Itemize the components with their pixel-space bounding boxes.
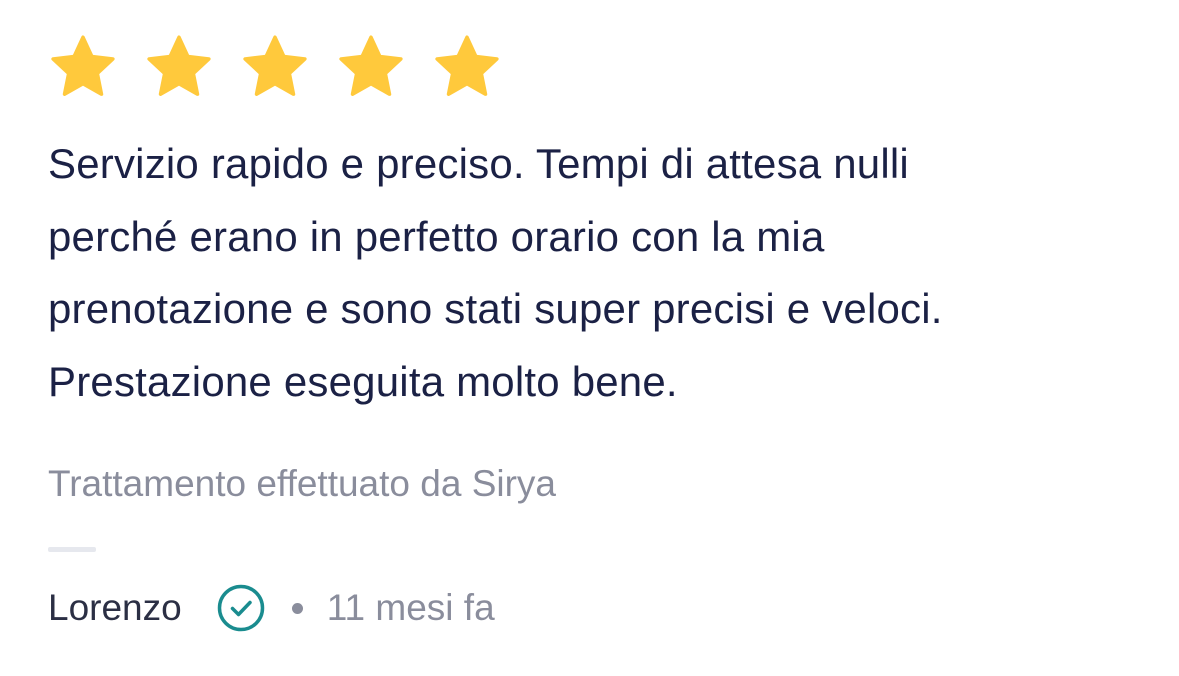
treatment-info: Trattamento effettuato da Sirya [48, 463, 557, 504]
review-text-line: perché erano in perfetto orario con la m… [48, 212, 825, 260]
separator-dot [291, 602, 303, 614]
star-icon [432, 32, 502, 102]
review-text-line: Prestazione eseguita molto bene. [48, 357, 678, 405]
divider [48, 547, 96, 552]
review-text-line: Servizio rapido e preciso. Tempi di atte… [48, 140, 909, 187]
star-icon [144, 32, 214, 102]
star-rating [48, 32, 502, 102]
review-text-line: prenotazione e sono stati super precisi … [48, 285, 943, 332]
star-icon [336, 32, 406, 102]
review-text: Servizio rapido e preciso. Tempi di atte… [48, 128, 1138, 418]
star-icon [48, 32, 118, 102]
check-circle-icon [216, 583, 266, 633]
review-time: 11 mesi fa [326, 587, 495, 628]
author-name: Lorenzo [48, 587, 182, 628]
star-icon [240, 32, 310, 102]
review-meta: Lorenzo 11 mesi fa [48, 582, 495, 634]
